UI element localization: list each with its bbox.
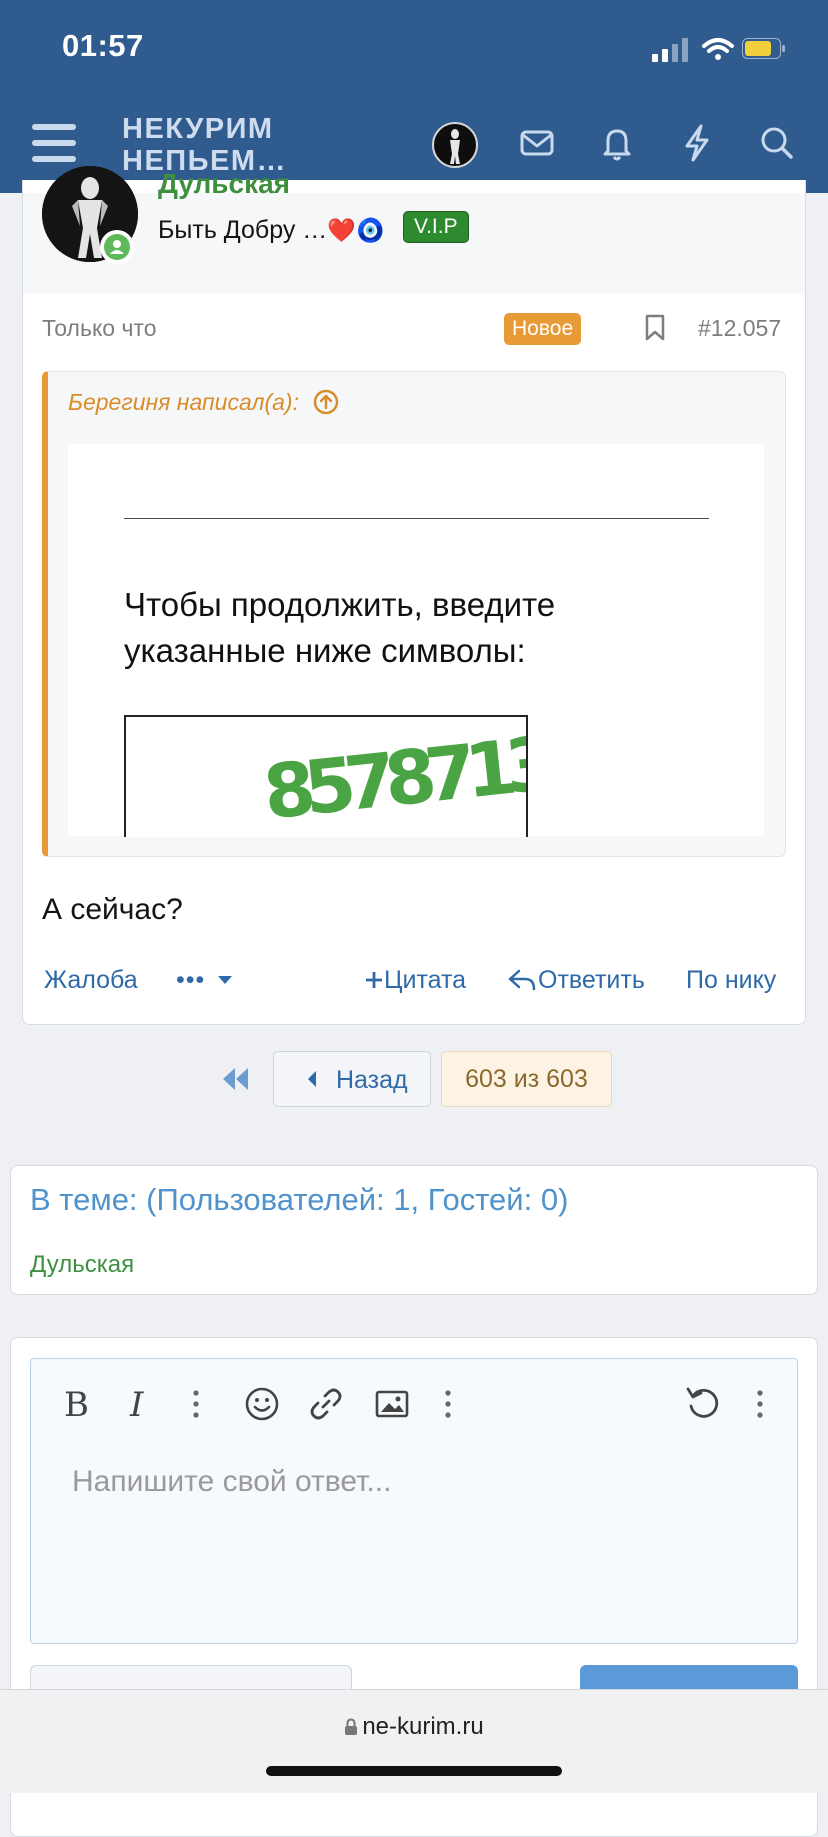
quoted-image-text: Чтобы продолжить, введите указанные ниже… [124, 586, 556, 669]
italic-icon[interactable]: I [126, 1384, 158, 1424]
online-indicator-icon [104, 234, 130, 260]
undo-icon[interactable] [684, 1384, 722, 1422]
quoted-image-divider [124, 518, 709, 519]
signal-icon [652, 38, 688, 62]
editor-placeholder: Напишите свой ответ... [72, 1465, 392, 1498]
captcha-image: 8578713 [124, 715, 528, 837]
vip-badge: V.I.P [403, 211, 469, 243]
more-vertical-icon[interactable] [754, 1388, 766, 1420]
post-body: А сейчас? [42, 893, 183, 926]
svg-text:I: I [129, 1385, 144, 1424]
more-vertical-icon[interactable] [190, 1388, 202, 1420]
by-nick-button[interactable]: По нику [686, 966, 776, 995]
in-topic-title[interactable]: В теме: (Пользователей: 1, Гостей: 0) [30, 1182, 568, 1218]
post-time[interactable]: Только что [42, 315, 157, 342]
caret-left-icon [308, 1071, 316, 1087]
captcha-code: 8578713 [260, 721, 528, 837]
browser-url[interactable]: ne-kurim.ru [0, 1713, 828, 1741]
post-number[interactable]: #12.057 [698, 315, 781, 342]
pagination-current[interactable]: 603 из 603 [441, 1051, 612, 1107]
battery-icon [742, 38, 785, 59]
browser-bottom-bar [0, 1689, 828, 1793]
link-icon[interactable] [308, 1386, 344, 1422]
menu-icon[interactable] [32, 124, 76, 162]
more-vertical-icon[interactable] [442, 1388, 454, 1420]
bell-icon[interactable] [594, 120, 640, 166]
first-page-icon[interactable] [220, 1066, 252, 1092]
image-icon[interactable] [374, 1388, 410, 1420]
status-time: 01:57 [62, 28, 144, 63]
user-title: Быть Добру …❤️🧿 [158, 216, 385, 244]
post-user-area [23, 193, 805, 293]
lock-icon [345, 1718, 358, 1735]
wifi-icon [702, 38, 734, 60]
reply-icon [508, 969, 536, 991]
search-icon[interactable] [754, 120, 800, 166]
home-indicator [266, 1766, 562, 1776]
bookmark-icon[interactable] [644, 314, 666, 342]
header-avatar[interactable] [432, 122, 478, 168]
pagination-back-button[interactable]: Назад [273, 1051, 431, 1107]
bold-icon[interactable]: B [62, 1384, 94, 1424]
more-actions-button[interactable]: ••• [176, 966, 234, 995]
mail-icon[interactable] [514, 120, 560, 166]
svg-text:B: B [64, 1385, 89, 1424]
plus-icon [366, 972, 382, 988]
lightning-icon[interactable] [674, 120, 720, 166]
quote-button[interactable]: Цитата [364, 966, 466, 995]
in-topic-user[interactable]: Дульская [30, 1251, 134, 1279]
status-icons [652, 38, 785, 62]
post-username[interactable]: Дульская [158, 168, 290, 200]
new-badge: Новое [504, 313, 582, 345]
reply-button[interactable]: Ответить [508, 966, 645, 995]
caret-down-icon [218, 976, 233, 984]
report-link[interactable]: Жалоба [44, 966, 138, 995]
quote-author[interactable]: Берегиня написал(а): [68, 389, 339, 416]
arrow-up-circle-icon [314, 389, 339, 415]
emoji-icon[interactable] [244, 1386, 280, 1422]
